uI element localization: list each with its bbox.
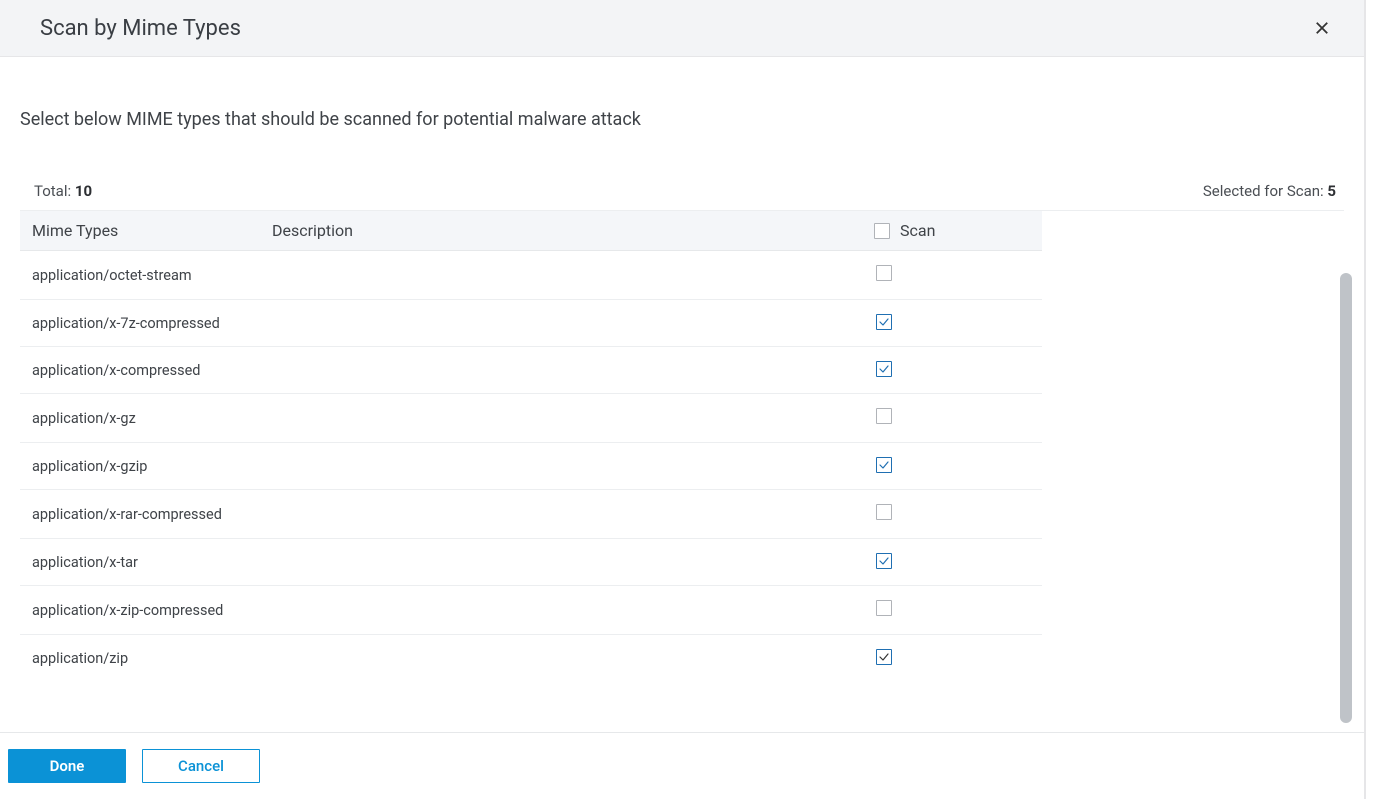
table-row: application/x-gzip — [20, 443, 1042, 490]
scan-checkbox[interactable] — [876, 361, 892, 377]
scan-checkbox[interactable] — [876, 408, 892, 424]
mime-type-cell: application/octet-stream — [20, 251, 260, 300]
col-header-scan-label: Scan — [900, 221, 935, 240]
scan-checkbox[interactable] — [876, 457, 892, 473]
table-header-row: Mime Types Description Scan — [20, 211, 1042, 251]
total-value: 10 — [75, 182, 92, 200]
scan-cell — [862, 490, 1042, 539]
cancel-button[interactable]: Cancel — [142, 749, 260, 783]
table-row: application/x-tar — [20, 539, 1042, 586]
close-icon[interactable] — [1308, 14, 1336, 42]
scrollbar[interactable] — [1340, 273, 1352, 723]
table-row: application/x-7z-compressed — [20, 300, 1042, 347]
selected-label: Selected for Scan: — [1203, 182, 1324, 200]
scan-cell — [862, 251, 1042, 300]
scan-checkbox[interactable] — [876, 504, 892, 520]
table-row: application/x-rar-compressed — [20, 490, 1042, 539]
mime-type-cell: application/x-compressed — [20, 347, 260, 394]
mime-type-cell: application/x-tar — [20, 539, 260, 586]
description-cell — [260, 490, 862, 539]
scan-checkbox[interactable] — [876, 553, 892, 569]
scan-mime-types-dialog: Scan by Mime Types Select below MIME typ… — [0, 0, 1364, 799]
col-header-description: Description — [260, 211, 862, 251]
mime-type-cell: application/x-7z-compressed — [20, 300, 260, 347]
selected-count: Selected for Scan: 5 — [1203, 182, 1336, 200]
mime-type-cell: application/x-gzip — [20, 443, 260, 490]
scan-cell — [862, 443, 1042, 490]
selected-value: 5 — [1327, 182, 1336, 200]
scan-cell — [862, 586, 1042, 635]
description-cell — [260, 539, 862, 586]
mime-type-cell: application/x-gz — [20, 394, 260, 443]
scan-checkbox[interactable] — [876, 265, 892, 281]
dialog-header: Scan by Mime Types — [0, 0, 1364, 57]
select-all-checkbox[interactable] — [874, 223, 890, 239]
dialog-body: Select below MIME types that should be s… — [0, 57, 1364, 732]
col-header-mime: Mime Types — [20, 211, 260, 251]
mime-type-cell: application/x-zip-compressed — [20, 586, 260, 635]
dialog-footer: Done Cancel — [0, 732, 1364, 799]
scan-cell — [862, 300, 1042, 347]
counts-row: Total: 10 Selected for Scan: 5 — [20, 182, 1344, 210]
col-header-scan: Scan — [862, 211, 1042, 251]
description-cell — [260, 586, 862, 635]
instruction-text: Select below MIME types that should be s… — [20, 109, 1344, 130]
scan-cell — [862, 394, 1042, 443]
outer-separator — [1364, 0, 1366, 799]
scan-cell — [862, 539, 1042, 586]
description-cell — [260, 251, 862, 300]
table-row: application/octet-stream — [20, 251, 1042, 300]
table-row: application/zip — [20, 635, 1042, 682]
dialog-title: Scan by Mime Types — [40, 16, 241, 41]
total-label: Total: — [34, 182, 71, 200]
table-row: application/x-compressed — [20, 347, 1042, 394]
description-cell — [260, 300, 862, 347]
scan-cell — [862, 635, 1042, 682]
total-count: Total: 10 — [34, 182, 92, 200]
scan-checkbox[interactable] — [876, 649, 892, 665]
table-row: application/x-gz — [20, 394, 1042, 443]
mime-type-cell: application/zip — [20, 635, 260, 682]
mime-table-wrap: Mime Types Description Scan application/… — [20, 210, 1344, 681]
mime-type-cell: application/x-rar-compressed — [20, 490, 260, 539]
scan-cell — [862, 347, 1042, 394]
done-button[interactable]: Done — [8, 749, 126, 783]
description-cell — [260, 347, 862, 394]
scan-checkbox[interactable] — [876, 314, 892, 330]
scan-checkbox[interactable] — [876, 600, 892, 616]
mime-table: Mime Types Description Scan application/… — [20, 211, 1042, 681]
table-row: application/x-zip-compressed — [20, 586, 1042, 635]
description-cell — [260, 394, 862, 443]
scrollbar-thumb[interactable] — [1340, 273, 1352, 723]
description-cell — [260, 443, 862, 490]
description-cell — [260, 635, 862, 682]
